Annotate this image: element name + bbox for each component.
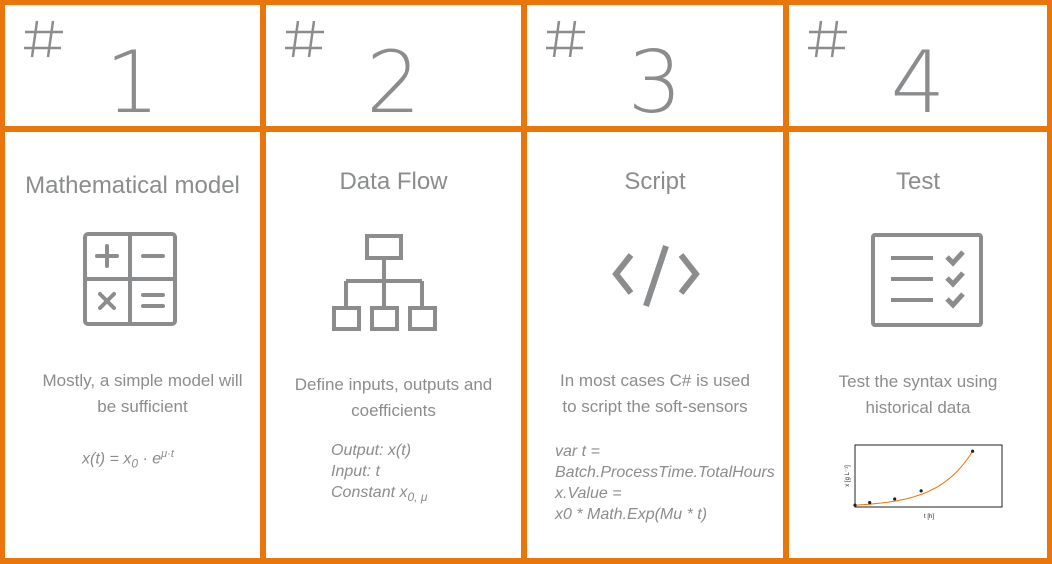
step-description: In most cases C# is used to script the s… xyxy=(527,368,783,420)
step-title: Test xyxy=(895,168,940,195)
description-line: Test the syntax using xyxy=(838,372,998,391)
data-point xyxy=(893,497,897,501)
code-snippet: var t = Batch.ProcessTime.TotalHours x.V… xyxy=(555,441,775,525)
step-title: Script xyxy=(624,168,686,195)
description-line: coefficients xyxy=(351,401,436,420)
chart-xlabel: t [h] xyxy=(924,514,934,520)
historical-data-chart: t [h] x [g L⁻¹] xyxy=(845,444,1003,520)
step-number: 4 xyxy=(890,33,946,133)
formula-lhs: x(t) = x xyxy=(82,450,132,468)
code-icon xyxy=(612,245,700,307)
description-line: Define inputs, outputs and xyxy=(294,375,493,394)
step-2-body: Data Flow Define inputs, outputs and coe… xyxy=(266,132,521,558)
calculator-icon xyxy=(83,232,177,326)
input-definition: Input: t xyxy=(331,463,380,480)
step-title: Data Flow xyxy=(339,168,448,195)
step-title: Mathematical model xyxy=(25,172,240,199)
checklist-icon xyxy=(871,233,983,327)
description-line: In most cases C# is used xyxy=(560,371,750,390)
formula-mid: · e xyxy=(138,450,162,468)
io-definition: Output: x(t) Input: t Constant x0, μ xyxy=(331,440,427,508)
description-line: be sufficient xyxy=(97,397,188,416)
step-3-header: 3 xyxy=(527,5,783,133)
process-steps-frame: 1 Mathematical model Mostly, a simple mo… xyxy=(0,0,1052,564)
step-number: 2 xyxy=(366,33,421,133)
step-4-header: 4 xyxy=(789,5,1047,133)
step-description: Test the syntax using historical data xyxy=(789,369,1047,421)
step-4-body: Test Test the syntax using historical da… xyxy=(789,132,1047,558)
code-line: x0 * Math.Exp(Mu * t) xyxy=(555,506,708,523)
chart-plot-area xyxy=(854,444,1003,508)
description-line: Mostly, a simple model will xyxy=(42,371,243,390)
step-description: Define inputs, outputs and coefficients xyxy=(266,372,521,424)
formula-sup: μ·t xyxy=(161,448,174,460)
constant-label: Constant x xyxy=(331,484,408,501)
formula: x(t) = x0 · eμ·t xyxy=(82,444,174,475)
constant-definition: Constant x0, μ xyxy=(331,482,427,508)
step-2-header: 2 xyxy=(266,5,521,133)
step-description: Mostly, a simple model will be sufficien… xyxy=(25,368,260,420)
code-line: Batch.ProcessTime.TotalHours xyxy=(555,464,775,481)
data-point xyxy=(868,501,872,505)
constant-sub: 0, μ xyxy=(407,490,428,505)
code-line: var t = xyxy=(555,443,600,460)
data-point xyxy=(919,489,923,493)
data-point xyxy=(853,503,857,507)
step-1-body: Mathematical model Mostly, a simple mode… xyxy=(5,132,260,558)
border-right xyxy=(1047,0,1052,564)
hierarchy-icon xyxy=(332,234,437,331)
step-number: 3 xyxy=(627,33,683,133)
output-definition: Output: x(t) xyxy=(331,442,412,459)
description-line: to script the soft-sensors xyxy=(562,397,748,416)
description-line: historical data xyxy=(865,398,971,417)
step-1-header: 1 xyxy=(5,5,260,133)
code-line: x.Value = xyxy=(555,485,622,502)
step-number: 1 xyxy=(105,33,160,133)
data-point xyxy=(971,449,975,453)
chart-ylabel: x [g L⁻¹] xyxy=(845,465,851,487)
step-3-body: Script In most cases C# is used to scrip… xyxy=(527,132,783,558)
